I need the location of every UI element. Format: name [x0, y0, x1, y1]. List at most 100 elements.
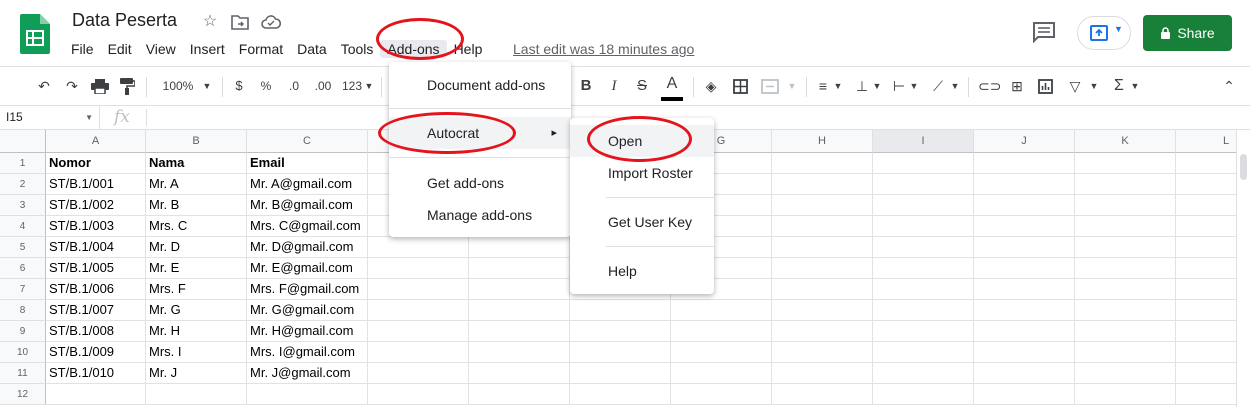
cell-k7[interactable] — [1075, 279, 1176, 300]
scrollbar-thumb[interactable] — [1240, 154, 1247, 180]
menu-item-import-roster[interactable]: Import Roster — [570, 157, 714, 189]
chevron-down-icon[interactable]: ▼ — [786, 67, 798, 105]
cell-j1[interactable] — [974, 153, 1075, 174]
cell-b6[interactable]: Mr. E — [146, 258, 247, 279]
rotate-icon[interactable]: ⟋ — [929, 67, 947, 105]
cell-b11[interactable]: Mr. J — [146, 363, 247, 384]
filter-icon[interactable]: ▽ — [1066, 67, 1084, 105]
cell-e7[interactable] — [469, 279, 570, 300]
cell-h9[interactable] — [772, 321, 873, 342]
italic-button[interactable]: I — [606, 67, 622, 105]
cell-a10[interactable]: ST/B.1/009 — [46, 342, 146, 363]
cell-i6[interactable] — [873, 258, 974, 279]
cell-g10[interactable] — [671, 342, 772, 363]
row-header-10[interactable]: 10 — [0, 342, 46, 363]
cell-c4[interactable]: Mrs. C@gmail.com — [247, 216, 368, 237]
strikethrough-button[interactable]: S — [634, 67, 650, 105]
cell-l7[interactable] — [1176, 279, 1236, 300]
cell-f9[interactable] — [570, 321, 671, 342]
star-icon[interactable]: ☆ — [200, 12, 220, 32]
more-formats-button[interactable]: 123 — [340, 67, 364, 105]
text-color-button[interactable]: A — [661, 73, 683, 101]
cell-l4[interactable] — [1176, 216, 1236, 237]
menu-data[interactable]: Data — [290, 40, 334, 58]
cell-c6[interactable]: Mr. E@gmail.com — [247, 258, 368, 279]
cell-a4[interactable]: ST/B.1/003 — [46, 216, 146, 237]
cell-c3[interactable]: Mr. B@gmail.com — [247, 195, 368, 216]
cell-k1[interactable] — [1075, 153, 1176, 174]
undo-icon[interactable]: ↶ — [34, 67, 54, 105]
cell-b3[interactable]: Mr. B — [146, 195, 247, 216]
cell-j6[interactable] — [974, 258, 1075, 279]
chevron-down-icon[interactable]: ▼ — [950, 67, 960, 105]
cell-d7[interactable] — [368, 279, 469, 300]
cell-j5[interactable] — [974, 237, 1075, 258]
menu-format[interactable]: Format — [232, 40, 290, 58]
cell-l10[interactable] — [1176, 342, 1236, 363]
cell-g11[interactable] — [671, 363, 772, 384]
cell-j11[interactable] — [974, 363, 1075, 384]
comment-history-icon[interactable] — [1032, 21, 1056, 43]
cell-a5[interactable]: ST/B.1/004 — [46, 237, 146, 258]
cell-f10[interactable] — [570, 342, 671, 363]
present-button[interactable]: ▼ — [1077, 16, 1131, 50]
menu-item-open[interactable]: Open — [570, 125, 714, 157]
cell-a9[interactable]: ST/B.1/008 — [46, 321, 146, 342]
cell-k10[interactable] — [1075, 342, 1176, 363]
row-header-3[interactable]: 3 — [0, 195, 46, 216]
redo-icon[interactable]: ↷ — [62, 67, 82, 105]
cell-b4[interactable]: Mrs. C — [146, 216, 247, 237]
cell-i4[interactable] — [873, 216, 974, 237]
column-header-a[interactable]: A — [46, 130, 146, 153]
cell-c12[interactable] — [247, 384, 368, 405]
cell-b10[interactable]: Mrs. I — [146, 342, 247, 363]
row-header-4[interactable]: 4 — [0, 216, 46, 237]
cell-c10[interactable]: Mrs. I@gmail.com — [247, 342, 368, 363]
share-button[interactable]: Share — [1143, 15, 1232, 51]
cell-d8[interactable] — [368, 300, 469, 321]
paint-format-icon[interactable] — [120, 78, 135, 95]
cell-g12[interactable] — [671, 384, 772, 405]
align-icon[interactable]: ≡ — [814, 67, 832, 105]
chevron-down-icon[interactable]: ▼ — [833, 67, 843, 105]
row-header-5[interactable]: 5 — [0, 237, 46, 258]
decrease-decimal-button[interactable]: .0 — [284, 67, 304, 105]
cell-a2[interactable]: ST/B.1/001 — [46, 174, 146, 195]
cell-a1[interactable]: Nomor — [46, 153, 146, 174]
cell-e6[interactable] — [469, 258, 570, 279]
cell-i2[interactable] — [873, 174, 974, 195]
cell-j4[interactable] — [974, 216, 1075, 237]
cell-h3[interactable] — [772, 195, 873, 216]
menu-addons[interactable]: Add-ons — [380, 40, 447, 58]
cell-k11[interactable] — [1075, 363, 1176, 384]
cell-l8[interactable] — [1176, 300, 1236, 321]
menu-edit[interactable]: Edit — [101, 40, 139, 58]
row-header-12[interactable]: 12 — [0, 384, 46, 405]
cell-a8[interactable]: ST/B.1/007 — [46, 300, 146, 321]
collapse-icon[interactable]: ⌃ — [1220, 67, 1238, 105]
menu-insert[interactable]: Insert — [183, 40, 232, 58]
cell-k12[interactable] — [1075, 384, 1176, 405]
comment-icon[interactable]: ⊞ — [1008, 67, 1026, 105]
cell-e9[interactable] — [469, 321, 570, 342]
cell-b12[interactable] — [146, 384, 247, 405]
percent-format-button[interactable]: % — [258, 67, 274, 105]
wrap-icon[interactable]: ⊢ — [890, 67, 908, 105]
cell-b9[interactable]: Mr. H — [146, 321, 247, 342]
cell-b5[interactable]: Mr. D — [146, 237, 247, 258]
chart-icon[interactable] — [1038, 79, 1053, 94]
cell-l5[interactable] — [1176, 237, 1236, 258]
cell-a6[interactable]: ST/B.1/005 — [46, 258, 146, 279]
cell-l12[interactable] — [1176, 384, 1236, 405]
cell-j2[interactable] — [974, 174, 1075, 195]
cell-d5[interactable] — [368, 237, 469, 258]
cell-c9[interactable]: Mr. H@gmail.com — [247, 321, 368, 342]
cell-h10[interactable] — [772, 342, 873, 363]
borders-icon[interactable] — [733, 79, 748, 94]
menu-item-autocrat[interactable]: Autocrat ▸ — [389, 117, 571, 149]
sheets-logo-icon[interactable] — [20, 14, 50, 54]
cell-e12[interactable] — [469, 384, 570, 405]
move-folder-icon[interactable] — [231, 14, 249, 30]
menu-view[interactable]: View — [139, 40, 183, 58]
cell-h12[interactable] — [772, 384, 873, 405]
